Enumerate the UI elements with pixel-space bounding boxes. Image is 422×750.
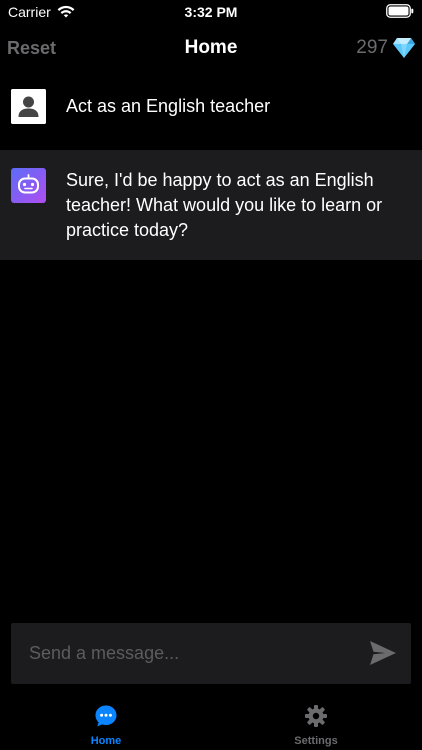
credits-button[interactable]: 297 — [356, 37, 416, 59]
user-message-text: Act as an English teacher — [66, 96, 271, 116]
battery-icon — [386, 4, 414, 18]
user-message: Act as an English teacher — [0, 68, 422, 150]
tab-settings[interactable]: Settings — [256, 700, 376, 750]
credits-count: 297 — [356, 37, 388, 58]
status-time: 3:32 PM — [184, 4, 238, 20]
user-avatar-icon — [11, 89, 46, 124]
bot-message: Sure, I'd be happy to act as an English … — [0, 150, 422, 260]
gem-icon — [393, 38, 415, 58]
status-bar: Carrier 3:32 PM — [0, 0, 422, 24]
send-icon[interactable] — [369, 640, 397, 666]
bot-message-text: Sure, I'd be happy to act as an English … — [66, 170, 383, 240]
chat-bubble-icon — [95, 705, 117, 727]
user-avatar — [11, 89, 46, 124]
tab-bar: Home Settings — [0, 700, 422, 750]
message-input[interactable] — [29, 623, 349, 684]
tab-home[interactable]: Home — [46, 700, 166, 750]
gear-icon — [305, 705, 327, 727]
bot-avatar-icon — [11, 168, 46, 203]
tab-home-label: Home — [90, 735, 122, 747]
bot-avatar — [11, 168, 46, 203]
message-composer — [11, 623, 411, 684]
tab-settings-label: Settings — [294, 735, 338, 747]
nav-bar: Reset Home 297 — [0, 28, 422, 68]
